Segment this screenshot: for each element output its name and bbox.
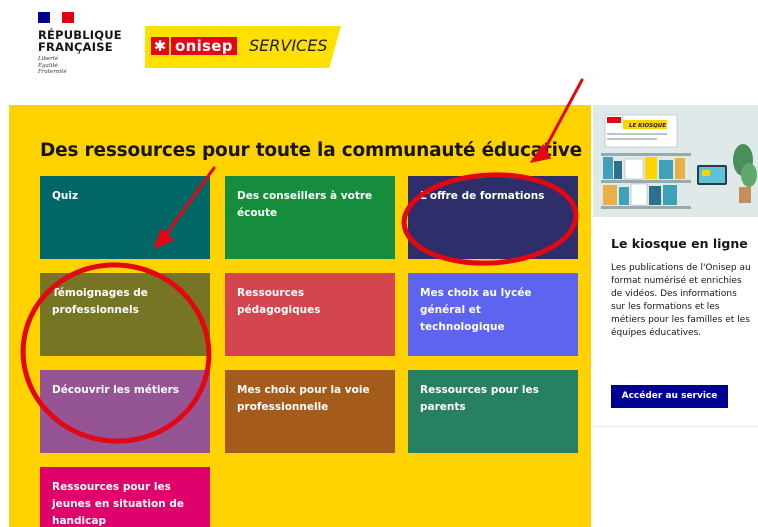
- kiosk-description: Les publications de l'Onisep au format n…: [611, 263, 751, 338]
- republique-francaise-logo[interactable]: RÉPUBLIQUE FRANÇAISE Liberté Égalité Fra…: [38, 12, 122, 76]
- kiosk-title: Le kiosque en ligne: [611, 236, 748, 251]
- tile-ressources-pedagogiques[interactable]: Ressources pédagogiques: [225, 273, 395, 356]
- tile-conseillers[interactable]: Des conseillers à votre écoute: [225, 176, 395, 259]
- tile-temoignages[interactable]: Témoignages de professionnels: [40, 273, 210, 356]
- kiosk-illustration[interactable]: LE KIOSQUE: [593, 105, 758, 217]
- tile-lycee-general[interactable]: Mes choix au lycée général et technologi…: [408, 273, 578, 356]
- onisep-services-logo[interactable]: ✱ onisep SERVICES: [145, 26, 341, 68]
- tile-offre-formations[interactable]: L'offre de formations: [408, 176, 578, 259]
- kiosk-cover-badge: LE KIOSQUE: [629, 123, 666, 129]
- onisep-services-label: SERVICES: [249, 36, 328, 55]
- motto-fraternite: Fraternité: [38, 69, 67, 75]
- kiosk-card: LE KIOSQUE Le kiosque en ligne Les publi…: [593, 105, 758, 427]
- tile-quiz[interactable]: Quiz: [40, 176, 210, 259]
- republic-name-line2: FRANÇAISE: [38, 40, 113, 54]
- kiosk-bookshelf-illustration: LE KIOSQUE: [593, 105, 758, 217]
- tile-voie-professionnelle[interactable]: Mes choix pour la voie professionnelle: [225, 370, 395, 453]
- tile-handicap[interactable]: Ressources pour les jeunes en situation …: [40, 467, 210, 527]
- onisep-wordmark: onisep: [171, 37, 237, 55]
- republic-motto: Liberté Égalité Fraternité: [38, 56, 122, 76]
- onisep-star-icon: ✱: [151, 37, 169, 55]
- page-title: Des ressources pour toute la communauté …: [40, 140, 582, 161]
- access-service-button[interactable]: Accéder au service: [611, 385, 728, 408]
- french-flag-icon: [38, 12, 74, 23]
- tile-decouvrir-metiers[interactable]: Découvrir les métiers: [40, 370, 210, 453]
- tile-ressources-parents[interactable]: Ressources pour les parents: [408, 370, 578, 453]
